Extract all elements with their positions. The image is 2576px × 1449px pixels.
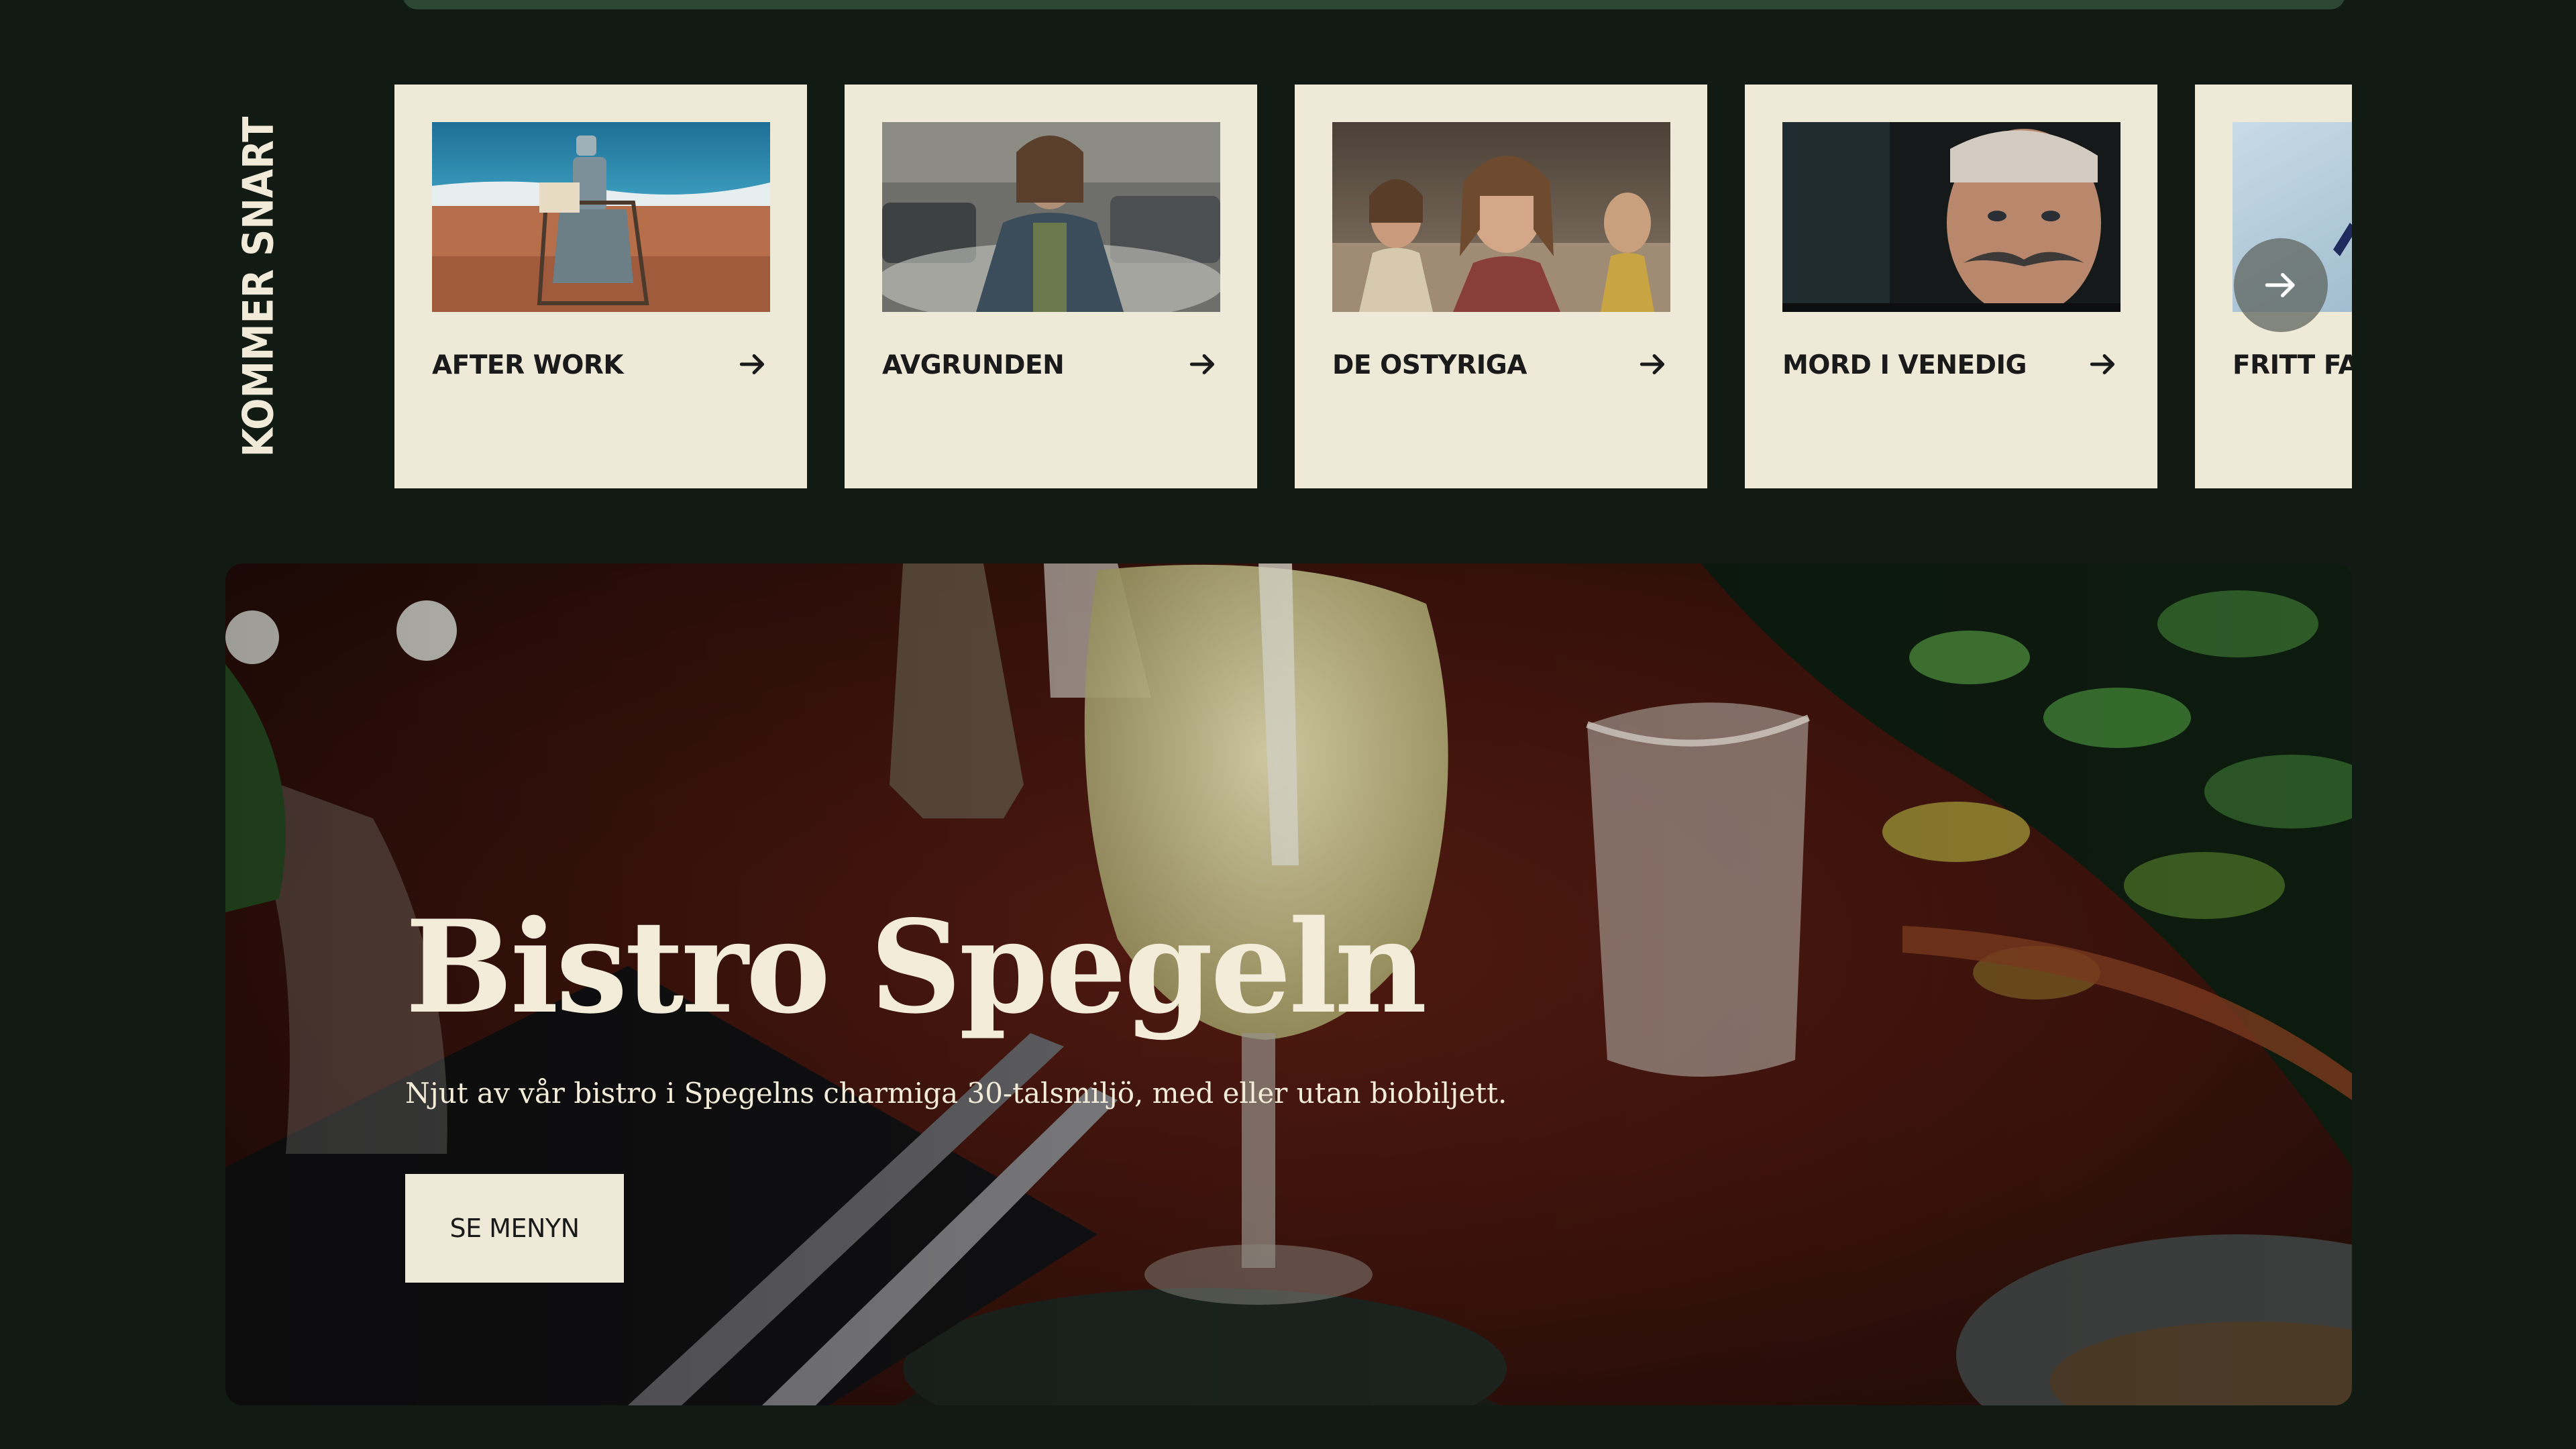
- arrow-right-icon: [1186, 347, 1220, 381]
- movie-card-de-ostyriga[interactable]: DE OSTYRIGA: [1295, 85, 1707, 488]
- movie-title: DE OSTYRIGA: [1332, 350, 1527, 380]
- movie-card-mord-i-venedig[interactable]: MORD I VENEDIG: [1745, 85, 2157, 488]
- carousel-next-button[interactable]: [2234, 238, 2328, 332]
- section-heading: KOMMER SNART: [228, 117, 288, 458]
- top-bar-decoration: [402, 0, 2345, 9]
- bistro-title: Bistro Spegeln: [405, 892, 1427, 1042]
- movie-poster: [432, 122, 770, 312]
- arrow-right-icon: [736, 347, 769, 381]
- movie-poster: [1332, 122, 1670, 312]
- movie-title: MORD I VENEDIG: [1782, 350, 2027, 380]
- arrow-right-icon: [2086, 347, 2120, 381]
- movie-title: FRITT FALL: [2233, 350, 2352, 380]
- section-heading-text: KOMMER SNART: [233, 116, 283, 458]
- movie-title: AFTER WORK: [432, 350, 624, 380]
- arrow-right-icon: [2265, 272, 2295, 298]
- bistro-banner: Bistro Spegeln Njut av vår bistro i Speg…: [225, 564, 2352, 1405]
- movie-carousel: AFTER WORK AVGRUNDEN DE OSTYRIGA MORD I …: [394, 85, 2352, 490]
- movie-poster: [1782, 122, 2121, 312]
- movie-card-avgrunden[interactable]: AVGRUNDEN: [845, 85, 1257, 488]
- movie-poster: [882, 122, 1220, 312]
- see-menu-button[interactable]: SE MENYN: [405, 1174, 624, 1283]
- arrow-right-icon: [1636, 347, 1670, 381]
- movie-title: AVGRUNDEN: [882, 350, 1065, 380]
- movie-card-after-work[interactable]: AFTER WORK: [394, 85, 807, 488]
- bistro-description: Njut av vår bistro i Spegelns charmiga 3…: [405, 1077, 1507, 1110]
